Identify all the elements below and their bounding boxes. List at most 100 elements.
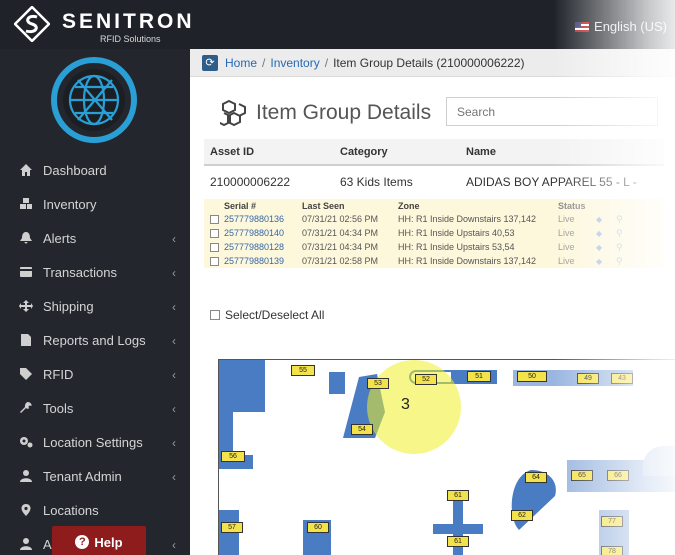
row-checkbox[interactable]	[209, 242, 219, 252]
zone-tag[interactable]: 50	[517, 371, 547, 382]
column-header-last-seen[interactable]: Last Seen	[302, 201, 398, 211]
map-marker-icon[interactable]: ⚲	[616, 242, 630, 253]
question-icon: ?	[75, 535, 90, 549]
chevron-left-icon: ‹	[172, 470, 176, 484]
breadcrumb: ⟳ Home / Inventory / Item Group Details …	[190, 49, 675, 77]
sidebar-item-rfid[interactable]: RFID ‹	[0, 357, 190, 391]
tags-icon	[19, 367, 33, 381]
zone-tag[interactable]: 77	[601, 516, 623, 527]
zone-tag[interactable]: 51	[467, 371, 491, 382]
serial-link[interactable]: 257779880136	[224, 214, 302, 224]
zone-tag[interactable]: 66	[607, 470, 629, 481]
asset-id-cell: 210000006222	[210, 175, 291, 189]
sidebar-item-location-settings[interactable]: Location Settings ‹	[0, 425, 190, 459]
tag-icon[interactable]: ◆	[596, 243, 616, 252]
tag-icon[interactable]: ◆	[596, 215, 616, 224]
map-marker-icon[interactable]: ⚲	[616, 214, 630, 225]
map-marker-icon[interactable]: ⚲	[616, 256, 630, 267]
sidebar-item-label: Shipping	[43, 298, 94, 314]
zone-tag[interactable]: 49	[577, 373, 599, 384]
zone-tag[interactable]: 61	[447, 490, 469, 501]
serial-row[interactable]: 257779880136 07/31/21 02:56 PM HH: R1 In…	[204, 212, 664, 226]
sidebar-item-tenant-admin[interactable]: Tenant Admin ‹	[0, 459, 190, 493]
breadcrumb-inventory[interactable]: Inventory	[270, 56, 319, 70]
highlight-zone[interactable]	[367, 360, 461, 454]
column-header-zone[interactable]: Zone	[398, 201, 558, 211]
zone-cell: HH: R1 Inside Downstairs 137,142	[398, 214, 537, 224]
breadcrumb-home[interactable]: Home	[225, 56, 257, 70]
sidebar-item-label: Tenant Admin	[43, 468, 122, 484]
select-all-checkbox[interactable]	[210, 310, 220, 320]
serial-row[interactable]: 257779880128 07/31/21 04:34 PM HH: R1 In…	[204, 240, 664, 254]
map-marker-icon[interactable]: ⚲	[616, 228, 630, 239]
zone-shape[interactable]	[219, 360, 233, 455]
sidebar-item-locations[interactable]: Locations	[0, 493, 190, 527]
status-cell: Live	[558, 256, 575, 266]
sidebar-item-reports-and-logs[interactable]: Reports and Logs ‹	[0, 323, 190, 357]
refresh-icon[interactable]: ⟳	[202, 54, 218, 71]
zone-tag[interactable]: 60	[307, 522, 329, 533]
row-checkbox[interactable]	[209, 228, 219, 238]
top-bar: SENITRON RFID Solutions English (US)	[0, 0, 675, 49]
zone-tag[interactable]: 53	[367, 378, 389, 389]
zone-tag[interactable]: 61	[447, 536, 469, 547]
tag-icon[interactable]: ◆	[596, 257, 616, 266]
row-checkbox[interactable]	[209, 214, 219, 224]
zone-tag[interactable]: 54	[351, 424, 373, 435]
serial-row[interactable]: 257779880140 07/31/21 04:34 PM HH: R1 In…	[204, 226, 664, 240]
sidebar-item-tools[interactable]: Tools ‹	[0, 391, 190, 425]
bell-icon	[19, 231, 33, 245]
floor-map[interactable]: 3 55 53 52 51 50 49 43 54 56 64 65 66 61…	[218, 359, 675, 555]
credit-card-icon	[19, 265, 33, 279]
table-row[interactable]: 210000006222 63 Kids Items ADIDAS BOY AP…	[204, 166, 664, 198]
zone-cell: HH: R1 Inside Downstairs 137,142	[398, 256, 537, 266]
row-checkbox[interactable]	[209, 256, 219, 266]
us-flag-icon	[575, 21, 590, 32]
language-selector[interactable]: English (US)	[575, 19, 667, 34]
sidebar-item-shipping[interactable]: Shipping ‹	[0, 289, 190, 323]
zone-shape[interactable]	[233, 360, 265, 412]
senitron-logo-icon	[14, 6, 50, 42]
user-icon	[19, 537, 33, 551]
zone-shape[interactable]	[643, 446, 675, 476]
zone-tag[interactable]: 56	[221, 451, 245, 462]
zone-tag[interactable]: 78	[601, 546, 623, 555]
search-input[interactable]	[446, 97, 658, 126]
column-header-category[interactable]: Category	[340, 146, 466, 158]
zone-tag[interactable]: 65	[571, 470, 593, 481]
serial-row[interactable]: 257779880139 07/31/21 02:58 PM HH: R1 In…	[204, 254, 664, 268]
map-marker-icon	[19, 503, 33, 517]
column-header-asset-id[interactable]: Asset ID	[204, 146, 340, 158]
serial-link[interactable]: 257779880139	[224, 256, 302, 266]
zone-cell: HH: R1 Inside Upstairs 40,53	[398, 228, 515, 238]
zone-tag[interactable]: 55	[291, 365, 315, 376]
column-header-serial[interactable]: Serial #	[224, 201, 302, 211]
cubes-icon	[220, 99, 246, 127]
wrench-icon	[19, 401, 33, 415]
chevron-left-icon: ‹	[172, 300, 176, 314]
sidebar-item-label: Inventory	[43, 196, 97, 212]
column-header-status[interactable]: Status	[558, 201, 596, 211]
last-seen-cell: 07/31/21 02:58 PM	[302, 256, 379, 266]
sidebar-item-dashboard[interactable]: Dashboard	[0, 153, 190, 187]
zone-tag[interactable]: 52	[415, 374, 437, 385]
cogs-icon	[19, 435, 33, 449]
column-header-name[interactable]: Name	[466, 146, 664, 158]
help-button[interactable]: ? Help	[52, 526, 146, 555]
serial-link[interactable]: 257779880140	[224, 228, 302, 238]
serials-table: Serial # Last Seen Zone Status 257779880…	[204, 199, 664, 268]
chevron-left-icon: ‹	[172, 368, 176, 382]
sidebar-item-inventory[interactable]: Inventory	[0, 187, 190, 221]
brand-logo[interactable]: SENITRON RFID Solutions	[8, 6, 198, 44]
tag-icon[interactable]: ◆	[596, 229, 616, 238]
serial-link[interactable]: 257779880128	[224, 242, 302, 252]
last-seen-cell: 07/31/21 02:56 PM	[302, 214, 379, 224]
sidebar-item-alerts[interactable]: Alerts ‹	[0, 221, 190, 255]
zone-tag[interactable]: 43	[611, 373, 633, 384]
zone-tag[interactable]: 64	[525, 472, 547, 483]
sidebar-item-transactions[interactable]: Transactions ‹	[0, 255, 190, 289]
zone-tag[interactable]: 57	[221, 522, 243, 533]
select-all-toggle[interactable]: Select/Deselect All	[210, 308, 324, 322]
zone-tag[interactable]: 62	[511, 510, 533, 521]
brand-subtitle: RFID Solutions	[100, 34, 161, 44]
